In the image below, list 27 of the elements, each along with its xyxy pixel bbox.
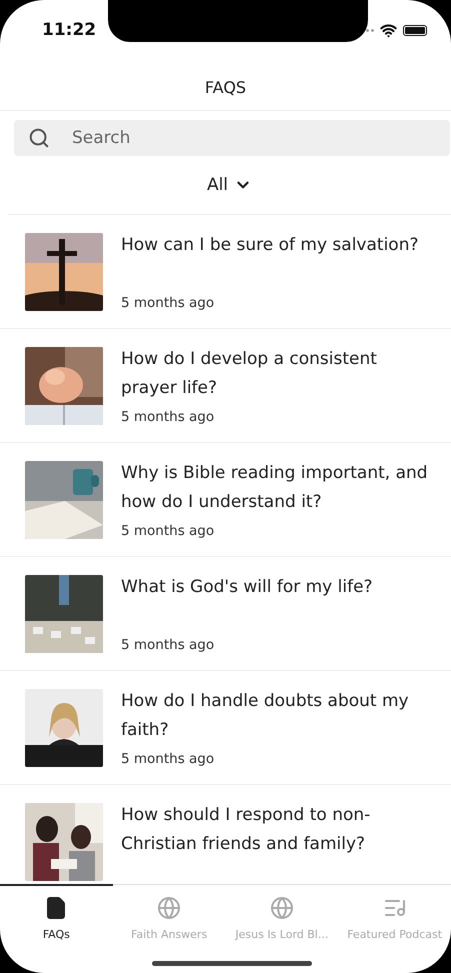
faq-question: Why is Bible reading important, and how do I understand it? xyxy=(121,462,429,514)
globe-icon xyxy=(157,896,182,920)
faq-item[interactable]: How do I handle doubts about my faith? 5 months ago xyxy=(0,671,451,785)
search-field[interactable]: Search xyxy=(14,120,450,156)
page-title: FAQS xyxy=(204,78,246,96)
faq-item[interactable]: Why is Bible reading important, and how do I understand it? 5 months ago xyxy=(0,443,451,557)
status-time: 11:22 xyxy=(42,20,96,40)
faq-question: How do I handle doubts about my faith? xyxy=(121,690,410,742)
faq-question: How should I respond to non-Christian friends and family? xyxy=(121,804,372,856)
faq-question: What is God's will for my life? xyxy=(121,576,373,599)
battery-icon xyxy=(403,24,427,36)
faq-time: 5 months ago xyxy=(121,637,216,653)
faq-time: 5 months ago xyxy=(121,523,216,539)
tab[interactable]: FAQs xyxy=(0,884,113,973)
faq-time: 5 months ago xyxy=(121,751,216,767)
faq-question: How can I be sure of my salvation? xyxy=(121,234,418,257)
faq-question: How do I develop a consistent prayer life? xyxy=(121,348,378,400)
faq-time: 5 months ago xyxy=(121,295,216,311)
search-icon xyxy=(28,127,50,149)
globe-icon xyxy=(270,896,294,920)
faq-time: 5 months ago xyxy=(121,409,216,425)
faq-item[interactable]: How can I be sure of my salvation? 5 months ago xyxy=(0,215,451,329)
filter-dropdown[interactable]: All xyxy=(202,173,256,197)
faq-item[interactable]: How do I develop a consistent prayer life? 5 months ago xyxy=(0,329,451,443)
faq-item[interactable]: How should I respond to non-Christian friends and family? xyxy=(0,785,451,884)
wifi-icon xyxy=(380,22,397,38)
faq-item[interactable]: What is God's will for my life? 5 months ago xyxy=(0,557,451,671)
